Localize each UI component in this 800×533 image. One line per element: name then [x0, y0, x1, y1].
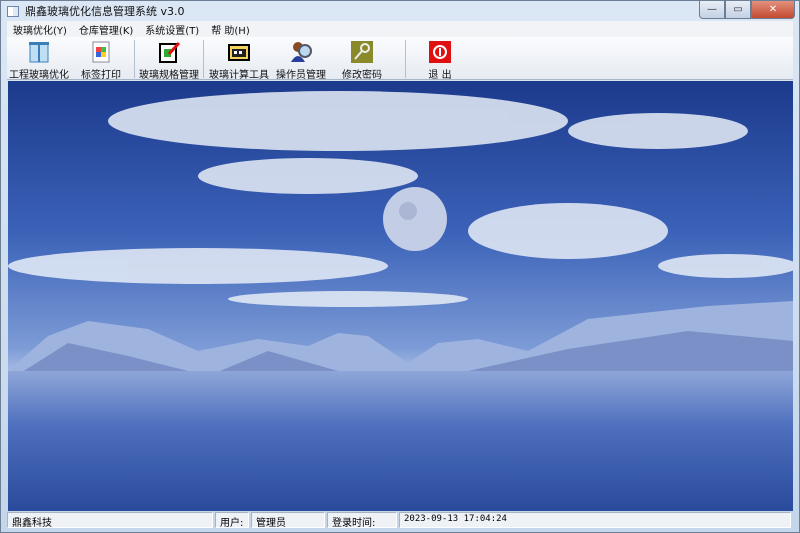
app-window: 鼎鑫玻璃优化信息管理系统 v3.0 — ▭ ✕ 玻璃优化(Y) 仓库管理(K) …: [0, 0, 800, 533]
title-bar[interactable]: 鼎鑫玻璃优化信息管理系统 v3.0 — ▭ ✕: [1, 1, 799, 21]
app-icon: [7, 5, 19, 17]
calculator-icon: [227, 40, 251, 64]
close-button[interactable]: ✕: [751, 1, 795, 19]
operator-manage-button[interactable]: 操作员管理: [271, 37, 331, 81]
exit-icon: [428, 40, 452, 64]
company-name: 鼎鑫科技: [7, 512, 213, 529]
minimize-button[interactable]: —: [699, 1, 725, 19]
user-label: 用户:: [215, 512, 249, 529]
toolbar-separator: [405, 40, 406, 78]
toolbar-separator: [134, 40, 135, 78]
glass-calc-button[interactable]: 玻璃计算工具: [207, 37, 271, 81]
user-name: 管理员: [251, 512, 325, 529]
button-label: 退 出: [428, 70, 452, 81]
menu-bar: 玻璃优化(Y) 仓库管理(K) 系统设置(T) 帮 助(H): [7, 21, 793, 37]
menu-glass-optimize[interactable]: 玻璃优化(Y): [7, 22, 73, 37]
toolbar-separator: [203, 40, 204, 78]
window-title: 鼎鑫玻璃优化信息管理系统 v3.0: [25, 5, 185, 18]
button-label: 操作员管理: [276, 70, 326, 81]
glass-optimize-button[interactable]: 工程玻璃优化: [7, 37, 71, 81]
background-image: [8, 81, 793, 511]
login-time-label: 登录时间:: [327, 512, 397, 529]
water: [8, 371, 793, 511]
key-icon: [350, 40, 374, 64]
button-label: 工程玻璃优化: [9, 70, 69, 81]
change-password-button[interactable]: 修改密码: [331, 37, 393, 81]
menu-settings[interactable]: 系统设置(T): [139, 22, 205, 37]
edit-spec-icon: [157, 40, 181, 64]
button-label: 玻璃计算工具: [209, 70, 269, 81]
status-bar: 鼎鑫科技 用户: 管理员 登录时间: 2023-09-13 17:04:24: [7, 512, 793, 529]
label-print-button[interactable]: 标签打印: [71, 37, 131, 81]
exit-button[interactable]: 退 出: [409, 37, 471, 81]
user-search-icon: [289, 40, 313, 64]
button-label: 标签打印: [81, 70, 121, 81]
menu-warehouse[interactable]: 仓库管理(K): [73, 22, 139, 37]
maximize-button[interactable]: ▭: [725, 1, 751, 19]
button-label: 修改密码: [342, 70, 382, 81]
login-time: 2023-09-13 17:04:24: [399, 512, 791, 528]
print-doc-icon: [89, 40, 113, 64]
toolbar: 工程玻璃优化 标签打印 玻璃规格管理 玻璃计算工具 操作员管理 修改密码 退 出: [7, 37, 793, 81]
book-icon: [27, 40, 51, 64]
button-label: 玻璃规格管理: [139, 70, 199, 81]
menu-help[interactable]: 帮 助(H): [205, 22, 256, 37]
glass-spec-button[interactable]: 玻璃规格管理: [138, 37, 200, 81]
